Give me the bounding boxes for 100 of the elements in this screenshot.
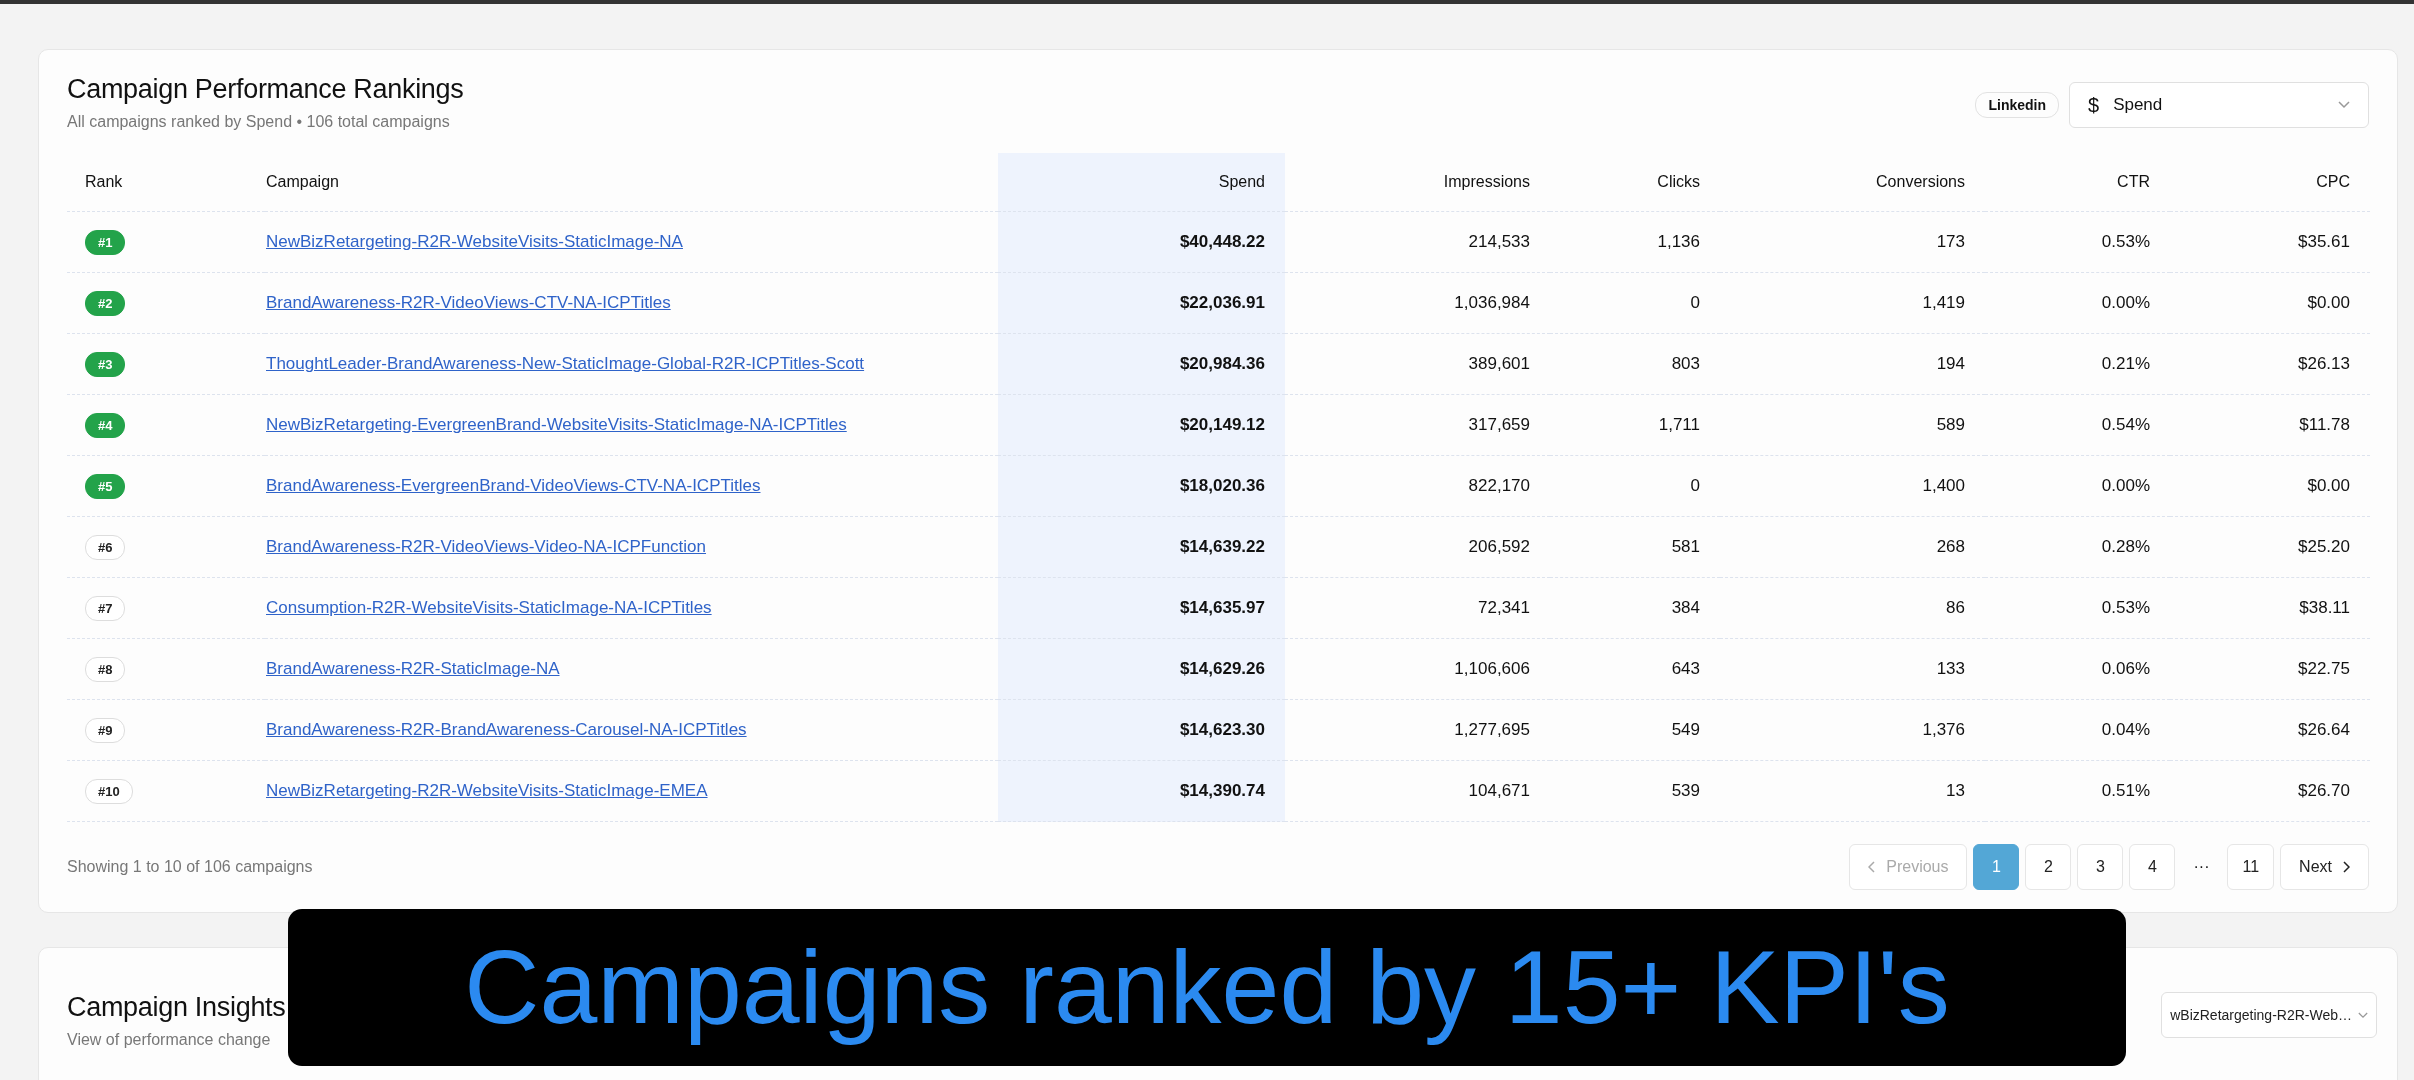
next-button[interactable]: Next xyxy=(2280,844,2369,890)
table-cell: 0.54% xyxy=(1985,394,2170,456)
table-cell: $25.20 xyxy=(2170,516,2370,578)
table-cell: 317,659 xyxy=(1285,394,1550,456)
table-cell: 1,106,606 xyxy=(1285,638,1550,700)
table-cell: 133 xyxy=(1720,638,1985,700)
rank-badge: #3 xyxy=(85,351,126,377)
campaign-link[interactable]: NewBizRetargeting-R2R-WebsiteVisits-StaticImage-NA xyxy=(266,232,683,251)
table-cell: 803 xyxy=(1550,333,1720,395)
chevron-down-icon xyxy=(2338,101,2350,109)
table-cell: 13 xyxy=(1720,760,1985,822)
table-cell: $18,020.36 xyxy=(998,455,1285,517)
campaign-link[interactable]: BrandAwareness-R2R-VideoViews-CTV-NA-ICPTitles xyxy=(266,293,671,312)
card-title: Campaign Insights xyxy=(67,992,286,1023)
column-header: Conversions xyxy=(1720,153,1985,212)
rank-badge: #5 xyxy=(85,473,126,499)
table-cell: $38.11 xyxy=(2170,577,2370,639)
table-cell: $14,639.22 xyxy=(998,516,1285,578)
table-cell: 539 xyxy=(1550,760,1720,822)
table-cell: 1,376 xyxy=(1720,699,1985,761)
table-cell: 643 xyxy=(1550,638,1720,700)
table-cell: 389,601 xyxy=(1285,333,1550,395)
table-cell: 0.00% xyxy=(1985,455,2170,517)
rank-badge: #8 xyxy=(85,656,126,682)
table-cell: 384 xyxy=(1550,577,1720,639)
campaign-select[interactable]: wBizRetargeting-R2R-Web… xyxy=(2161,992,2377,1038)
rank-badge: #7 xyxy=(85,595,126,621)
table-cell: $20,149.12 xyxy=(998,394,1285,456)
table-cell: $11.78 xyxy=(2170,394,2370,456)
table-cell: $20,984.36 xyxy=(998,333,1285,395)
column-header: Rank xyxy=(67,153,265,212)
campaign-link[interactable]: BrandAwareness-R2R-BrandAwareness-Carousel-NA-ICPTitles xyxy=(266,720,747,739)
table-cell: 1,277,695 xyxy=(1285,699,1550,761)
table-cell: $35.61 xyxy=(2170,211,2370,273)
table-cell: $14,623.30 xyxy=(998,699,1285,761)
table-cell: 104,671 xyxy=(1285,760,1550,822)
column-header: CPC xyxy=(2170,153,2370,212)
table-cell: $22,036.91 xyxy=(998,272,1285,334)
table-cell: 86 xyxy=(1720,577,1985,639)
showing-text: Showing 1 to 10 of 106 campaigns xyxy=(67,858,313,876)
rank-badge: #4 xyxy=(85,412,126,438)
rank-badge: #2 xyxy=(85,290,126,316)
column-header: Spend xyxy=(998,153,1285,212)
page-button[interactable]: 11 xyxy=(2227,844,2275,890)
table-cell: 0.51% xyxy=(1985,760,2170,822)
table-cell: 0.28% xyxy=(1985,516,2170,578)
campaign-link[interactable]: BrandAwareness-EvergreenBrand-VideoViews-CTV-NA-ICPTitles xyxy=(266,476,761,495)
page-button[interactable]: 4 xyxy=(2129,844,2176,890)
table-cell: $14,635.97 xyxy=(998,577,1285,639)
rank-badge: #10 xyxy=(85,778,133,804)
campaign-link[interactable]: NewBizRetargeting-EvergreenBrand-WebsiteVisits-StaticImage-NA-ICPTitles xyxy=(266,415,847,434)
table-cell: 1,419 xyxy=(1720,272,1985,334)
table-cell: 72,341 xyxy=(1285,577,1550,639)
table-cell: 0.53% xyxy=(1985,211,2170,273)
rank-badge: #1 xyxy=(85,229,126,255)
table-cell: 0 xyxy=(1550,455,1720,517)
table-cell: 206,592 xyxy=(1285,516,1550,578)
table-cell: $14,390.74 xyxy=(998,760,1285,822)
table-cell: 1,036,984 xyxy=(1285,272,1550,334)
card-subtitle: All campaigns ranked by Spend • 106 total campaigns xyxy=(67,113,451,131)
table-cell: $14,629.26 xyxy=(998,638,1285,700)
rank-badge: #9 xyxy=(85,717,126,743)
table-cell: 0.04% xyxy=(1985,699,2170,761)
campaign-link[interactable]: BrandAwareness-R2R-VideoViews-Video-NA-ICPFunction xyxy=(266,537,706,556)
table-cell: $26.70 xyxy=(2170,760,2370,822)
table-cell: 268 xyxy=(1720,516,1985,578)
table-cell: 0 xyxy=(1550,272,1720,334)
table-cell: 581 xyxy=(1550,516,1720,578)
campaign-link[interactable]: NewBizRetargeting-R2R-WebsiteVisits-StaticImage-EMEA xyxy=(266,781,708,800)
page-button[interactable]: 2 xyxy=(2025,844,2072,890)
table-cell: 173 xyxy=(1720,211,1985,273)
table-cell: $26.64 xyxy=(2170,699,2370,761)
chevron-left-icon xyxy=(1868,861,1877,873)
table-cell: 1,136 xyxy=(1550,211,1720,273)
card-title: Campaign Performance Rankings xyxy=(67,74,464,105)
column-header: Clicks xyxy=(1550,153,1720,212)
page-button[interactable]: 3 xyxy=(2077,844,2124,890)
metric-select[interactable]: $ Spend xyxy=(2069,82,2369,128)
table-cell: 214,533 xyxy=(1285,211,1550,273)
table-cell: $0.00 xyxy=(2170,455,2370,517)
table-cell: $0.00 xyxy=(2170,272,2370,334)
table-cell: 1,400 xyxy=(1720,455,1985,517)
table-cell: 822,170 xyxy=(1285,455,1550,517)
chevron-right-icon xyxy=(2342,861,2350,873)
table-cell: $22.75 xyxy=(2170,638,2370,700)
column-header: Impressions xyxy=(1285,153,1550,212)
table-cell: 0.00% xyxy=(1985,272,2170,334)
table-cell: $40,448.22 xyxy=(998,211,1285,273)
table-cell: 549 xyxy=(1550,699,1720,761)
card-subtitle: View of performance change xyxy=(67,1031,272,1049)
campaign-link[interactable]: ThoughtLeader-BrandAwareness-New-StaticImage-Global-R2R-ICPTitles-Scott xyxy=(266,354,865,373)
table-cell: 1,711 xyxy=(1550,394,1720,456)
campaign-link[interactable]: BrandAwareness-R2R-StaticImage-NA xyxy=(266,659,560,678)
platform-badge: Linkedin xyxy=(1975,92,2059,118)
column-header: CTR xyxy=(1985,153,2170,212)
chevron-down-icon xyxy=(2358,1011,2368,1019)
table-cell: 194 xyxy=(1720,333,1985,395)
rank-badge: #6 xyxy=(85,534,126,560)
table-cell: $26.13 xyxy=(2170,333,2370,395)
campaign-link[interactable]: Consumption-R2R-WebsiteVisits-StaticImage-NA-ICPTitles xyxy=(266,598,712,617)
